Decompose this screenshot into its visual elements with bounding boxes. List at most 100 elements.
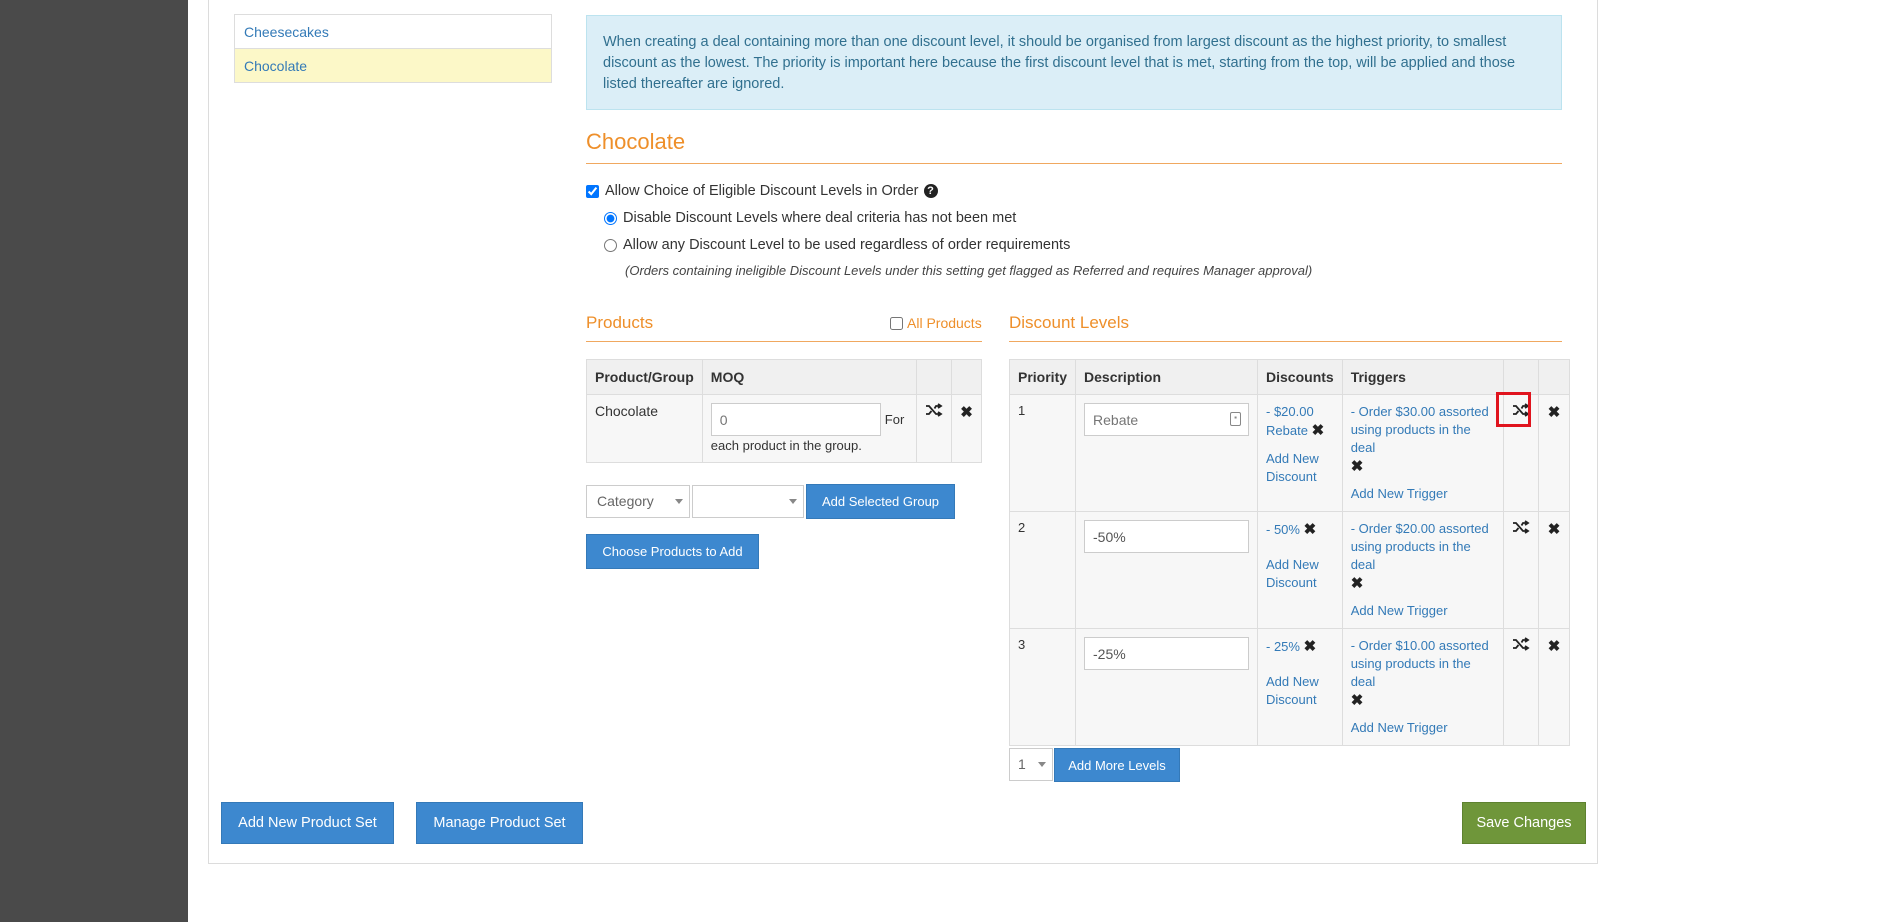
remove-level-icon[interactable]: ✖ xyxy=(1548,404,1561,421)
deal-editor-panel: Cheesecakes Chocolate When creating a de… xyxy=(208,0,1598,864)
manage-product-set-button[interactable]: Manage Product Set xyxy=(416,802,583,844)
disable-levels-radio[interactable] xyxy=(604,211,617,225)
priority-cell: 2 xyxy=(1008,511,1077,629)
description-input[interactable] xyxy=(1084,520,1250,553)
triggers-cell: - Order $20.00 assorted using products i… xyxy=(1341,511,1505,629)
discount-levels-title: Discount Levels xyxy=(1009,313,1130,332)
remove-discount-icon[interactable]: ✖ xyxy=(1304,638,1317,655)
save-changes-button[interactable]: Save Changes xyxy=(1462,802,1586,844)
description-cell xyxy=(1075,511,1259,629)
trigger-link[interactable]: - Order $20.00 assorted using products i… xyxy=(1351,520,1495,574)
add-new-discount-link[interactable]: Add New Discount xyxy=(1266,673,1334,709)
shuffle-icon[interactable] xyxy=(925,403,943,417)
products-table-header: Product/Group MOQ xyxy=(586,359,982,395)
section-title: Chocolate xyxy=(586,129,686,154)
allow-any-row: Allow any Discount Level to be used rega… xyxy=(604,237,1070,253)
product-set-cheesecakes[interactable]: Cheesecakes xyxy=(234,14,552,49)
add-new-trigger-link[interactable]: Add New Trigger xyxy=(1351,485,1495,503)
discounts-cell: - 25% ✖ Add New Discount xyxy=(1257,628,1343,746)
description-input[interactable] xyxy=(1084,637,1250,670)
all-products-label[interactable]: All Products xyxy=(907,315,982,331)
add-new-trigger-link[interactable]: Add New Trigger xyxy=(1351,602,1495,620)
chevron-down-icon xyxy=(675,499,683,504)
priority-cell: 1 xyxy=(1008,394,1077,512)
add-new-trigger-link[interactable]: Add New Trigger xyxy=(1351,719,1495,737)
discount-link[interactable]: - 25% xyxy=(1266,639,1300,654)
choose-products-button[interactable]: Choose Products to Add xyxy=(586,534,759,569)
shuffle-cell xyxy=(1503,511,1539,629)
all-products-checkbox[interactable] xyxy=(890,316,903,330)
column-header-description: Description xyxy=(1075,359,1259,395)
table-row: 3 - 25% ✖ Add New Discount - Order $10.0… xyxy=(1008,628,1570,746)
description-input[interactable] xyxy=(1084,403,1250,436)
products-title: Products xyxy=(586,313,654,332)
remove-product-icon[interactable]: ✖ xyxy=(960,404,973,421)
column-header-shuffle xyxy=(916,359,952,395)
allow-choice-checkbox[interactable] xyxy=(586,184,599,198)
discount-levels-rule xyxy=(1009,341,1562,342)
category-select-value: Category xyxy=(597,493,654,509)
add-more-levels-button[interactable]: Add More Levels xyxy=(1054,748,1180,782)
discount-levels-header: Priority Description Discounts Triggers xyxy=(1008,359,1570,395)
table-row: Chocolate For each product in the group.… xyxy=(586,394,982,463)
remove-trigger-icon[interactable]: ✖ xyxy=(1351,458,1364,475)
levels-count-value: 1 xyxy=(1018,756,1026,772)
add-new-discount-link[interactable]: Add New Discount xyxy=(1266,450,1334,486)
disable-levels-label: Disable Discount Levels where deal crite… xyxy=(623,210,1017,226)
discount-link[interactable]: - $20.00 Rebate xyxy=(1266,404,1314,438)
column-header-shuffle xyxy=(1503,359,1539,395)
all-products-toggle: All Products xyxy=(890,315,982,331)
add-selected-group-button[interactable]: Add Selected Group xyxy=(806,484,955,519)
column-header-product: Product/Group xyxy=(586,359,703,395)
table-row: 2 - 50% ✖ Add New Discount - Order $20.0… xyxy=(1008,511,1570,629)
trigger-link[interactable]: - Order $30.00 assorted using products i… xyxy=(1351,403,1495,457)
discounts-cell: - 50% ✖ Add New Discount xyxy=(1257,511,1343,629)
remove-trigger-icon[interactable]: ✖ xyxy=(1351,575,1364,592)
shuffle-icon[interactable] xyxy=(1512,637,1530,651)
table-row: 1 ▪ - $20.00 Rebate ✖ Add New Discount -… xyxy=(1008,394,1570,512)
priority-info-alert: When creating a deal containing more tha… xyxy=(586,15,1562,110)
approval-note: (Orders containing ineligible Discount L… xyxy=(625,263,1313,278)
product-name-cell: Chocolate xyxy=(586,394,703,463)
allow-any-label: Allow any Discount Level to be used rega… xyxy=(623,237,1071,253)
highlight-box xyxy=(1496,392,1531,427)
chevron-down-icon xyxy=(1038,762,1046,767)
left-dark-sidebar xyxy=(0,0,188,922)
remove-cell: ✖ xyxy=(951,394,982,463)
discounts-cell: - $20.00 Rebate ✖ Add New Discount xyxy=(1257,394,1343,512)
column-header-priority: Priority xyxy=(1008,359,1077,395)
product-set-chocolate[interactable]: Chocolate xyxy=(234,48,552,83)
category-select[interactable]: Category xyxy=(586,485,690,518)
remove-cell: ✖ xyxy=(1538,628,1570,746)
discount-levels-table: Priority Description Discounts Triggers … xyxy=(1008,359,1570,746)
triggers-cell: - Order $10.00 assorted using products i… xyxy=(1341,628,1505,746)
remove-level-icon[interactable]: ✖ xyxy=(1548,521,1561,538)
priority-cell: 3 xyxy=(1008,628,1077,746)
contact-card-icon: ▪ xyxy=(1230,412,1242,426)
add-new-discount-link[interactable]: Add New Discount xyxy=(1266,556,1334,592)
shuffle-cell xyxy=(916,394,952,463)
remove-cell: ✖ xyxy=(1538,394,1570,512)
products-title-rule xyxy=(586,341,982,342)
moq-input[interactable] xyxy=(710,403,881,436)
allow-choice-label: Allow Choice of Eligible Discount Levels… xyxy=(605,183,919,199)
remove-discount-icon[interactable]: ✖ xyxy=(1312,422,1325,439)
column-header-remove xyxy=(1538,359,1570,395)
discount-link[interactable]: - 50% xyxy=(1266,522,1300,537)
triggers-cell: - Order $30.00 assorted using products i… xyxy=(1341,394,1505,512)
shuffle-icon[interactable] xyxy=(1512,520,1530,534)
disable-levels-row: Disable Discount Levels where deal crite… xyxy=(604,210,1016,226)
trigger-link[interactable]: - Order $10.00 assorted using products i… xyxy=(1351,637,1495,691)
section-title-rule xyxy=(586,163,1562,164)
remove-level-icon[interactable]: ✖ xyxy=(1548,638,1561,655)
add-new-product-set-button[interactable]: Add New Product Set xyxy=(221,802,394,844)
moq-each-text: each product in the group. xyxy=(710,438,862,453)
group-select[interactable] xyxy=(692,485,804,518)
levels-count-select[interactable]: 1 xyxy=(1009,748,1053,781)
description-cell: ▪ xyxy=(1075,394,1259,512)
remove-trigger-icon[interactable]: ✖ xyxy=(1351,692,1364,709)
column-header-moq: MOQ xyxy=(701,359,918,395)
remove-discount-icon[interactable]: ✖ xyxy=(1304,521,1317,538)
allow-any-radio[interactable] xyxy=(604,238,617,252)
question-icon[interactable]: ? xyxy=(923,184,938,198)
